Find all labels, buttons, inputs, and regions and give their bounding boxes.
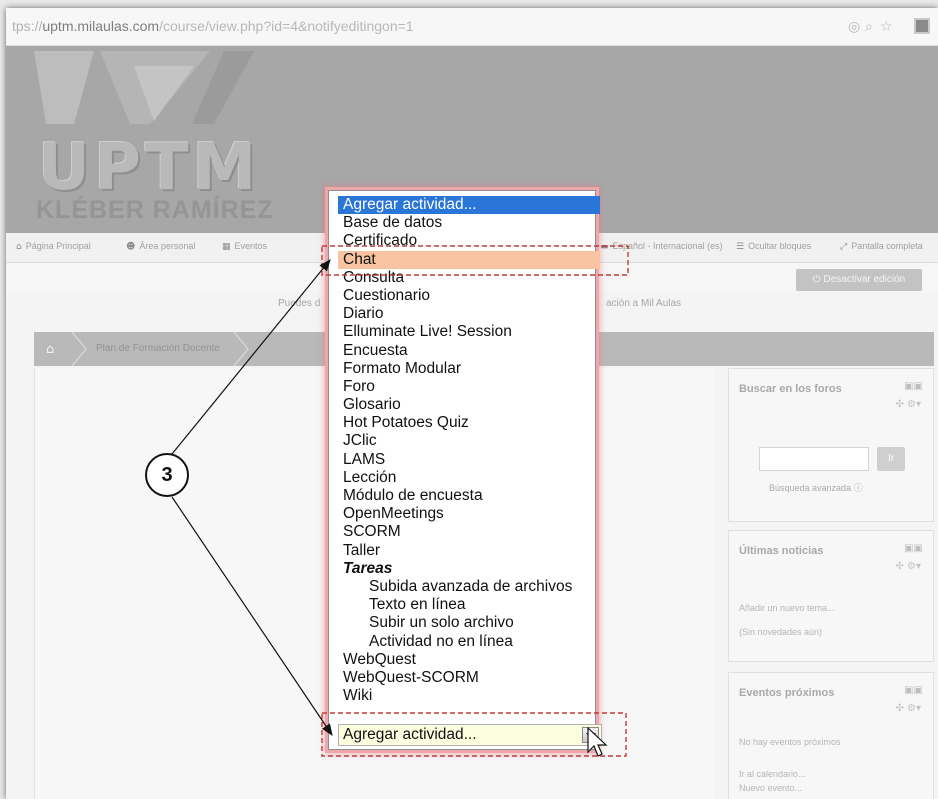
annotation-overlay [171, 245, 629, 757]
mouse-cursor-icon [587, 726, 608, 757]
arrow-to-select [171, 496, 333, 736]
step-marker: 3 [145, 453, 189, 497]
arrow-to-chat [171, 259, 331, 455]
highlight-box-chat [321, 245, 629, 276]
highlight-box-select [321, 712, 627, 757]
